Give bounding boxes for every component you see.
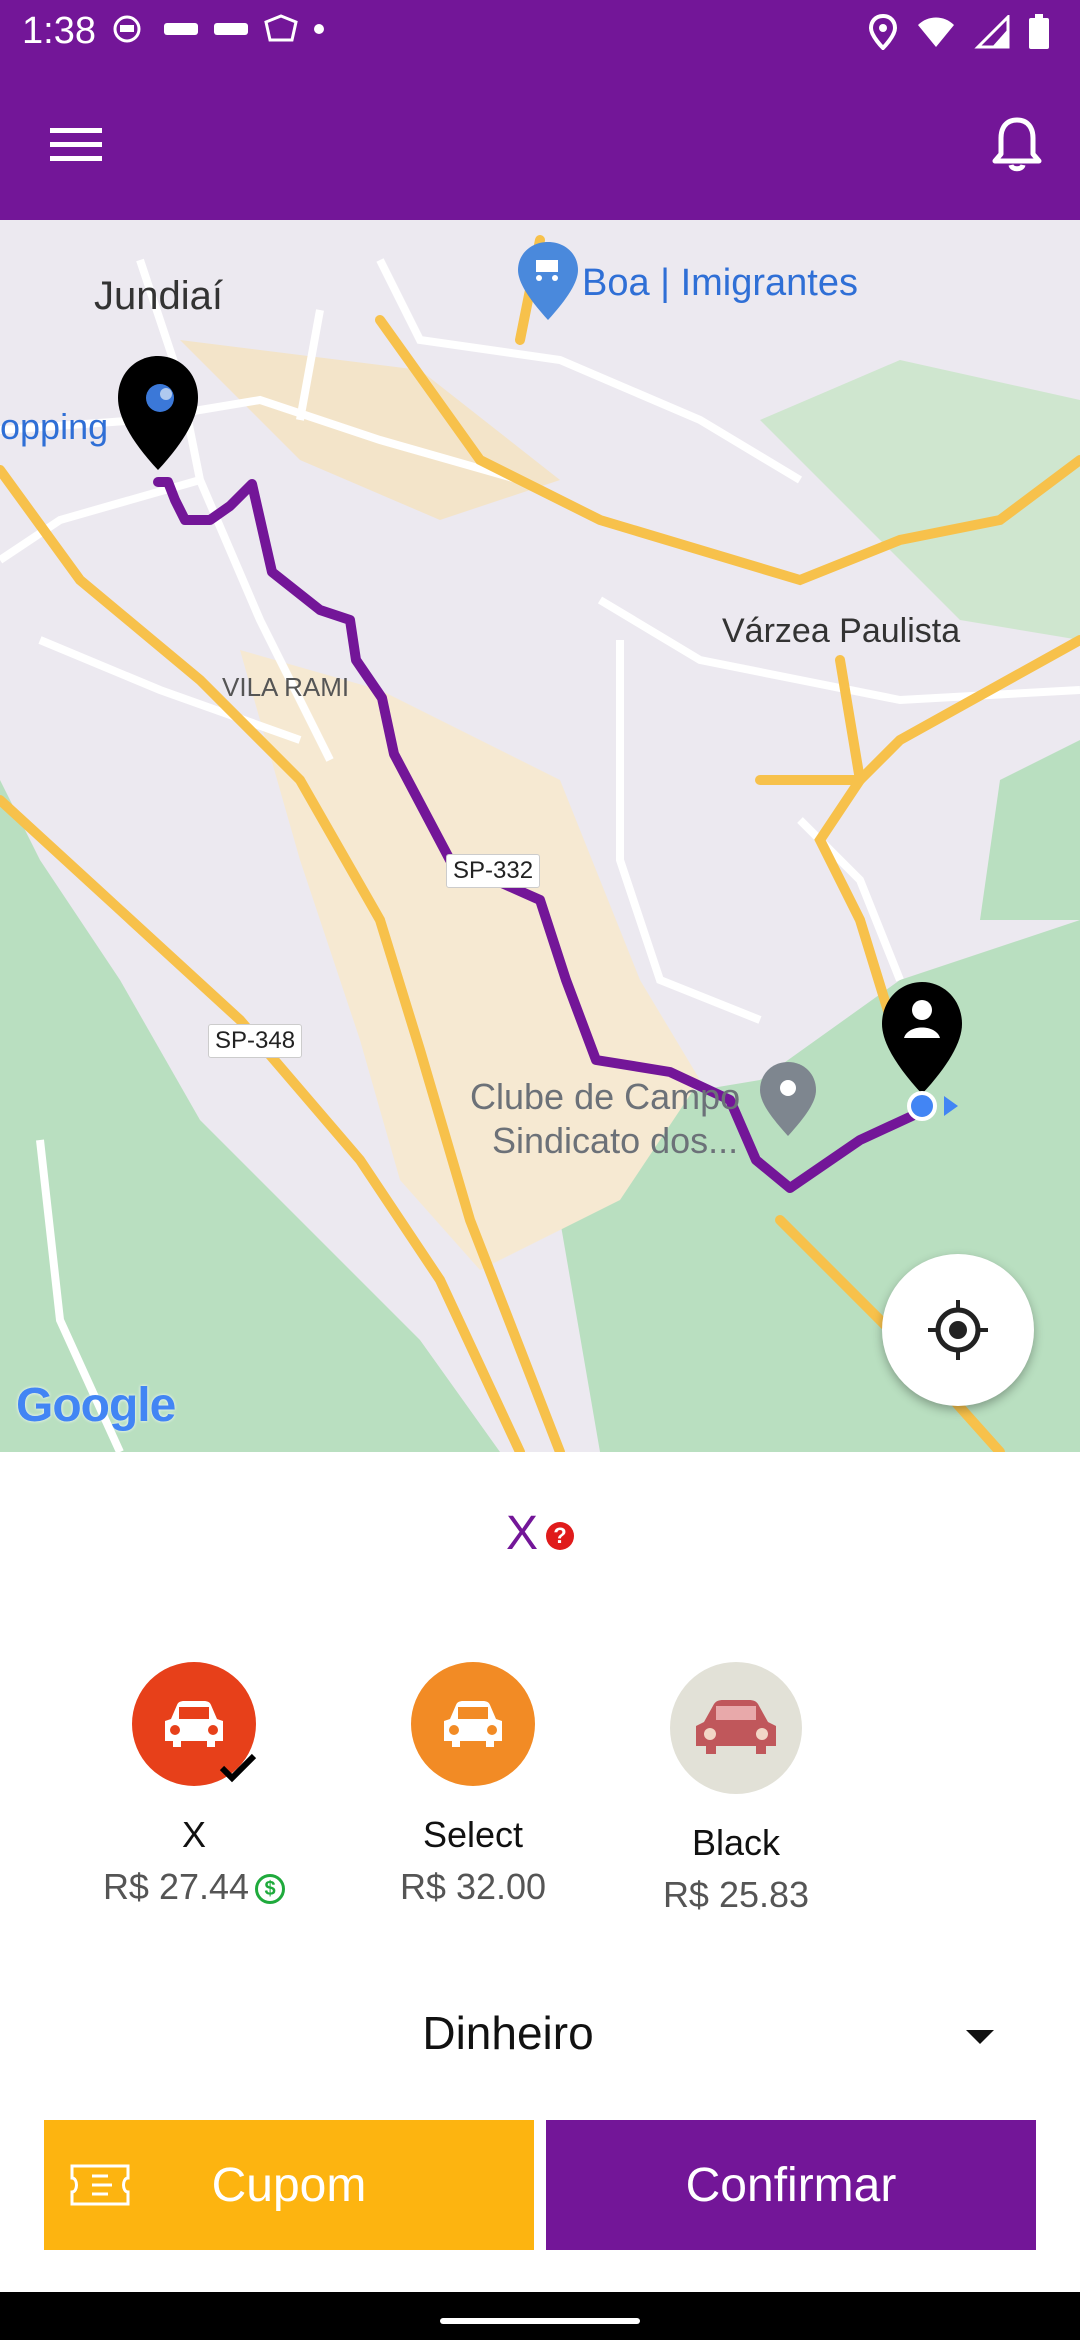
- wifi-icon: [918, 17, 954, 47]
- map-label-shopping: opping: [0, 406, 109, 447]
- app-notification-icon: [214, 23, 248, 35]
- map-label-vila-rami: VILA RAMI: [222, 672, 350, 702]
- road-tag-sp348: SP-348: [208, 1024, 303, 1058]
- help-icon[interactable]: ?: [546, 1521, 574, 1550]
- ticket-icon: [70, 2164, 130, 2206]
- car-icon: [670, 1662, 802, 1794]
- car-icon: [132, 1662, 257, 1786]
- status-time: 1:38: [22, 10, 96, 52]
- payment-method-label: Dinheiro: [422, 2007, 594, 2059]
- app-bar: [0, 66, 1080, 220]
- category-name: Black: [691, 1822, 781, 1863]
- google-logo: Google: [16, 1379, 176, 1432]
- category-price: R$ 25.83: [662, 1874, 810, 1915]
- status-bar: 1:38: [0, 0, 1080, 66]
- coupon-button-label: Cupom: [211, 2158, 367, 2212]
- map-label-varzea-paulista: Várzea Paulista: [722, 612, 961, 650]
- home-gesture-handle[interactable]: [440, 2318, 640, 2324]
- confirm-button[interactable]: Confirmar: [546, 2120, 1036, 2250]
- map-view[interactable]: Jundiaí Boa | Imigrantes opping Várzea P…: [0, 220, 1080, 1452]
- dot-icon: [314, 24, 324, 34]
- category-price: R$ 32.00: [399, 1866, 547, 1907]
- system-icons: [868, 14, 1050, 50]
- system-navigation-bar: [0, 2292, 1080, 2340]
- crosshair-icon: [928, 1300, 988, 1360]
- my-location-button[interactable]: [882, 1254, 1034, 1406]
- app-notification-icon: [164, 23, 198, 35]
- car-icon: [411, 1662, 535, 1786]
- map-label-jundiai: Jundiaí: [94, 274, 223, 318]
- coupon-button[interactable]: Cupom: [44, 2120, 534, 2250]
- notification-icons: [112, 14, 326, 44]
- category-name: Select: [422, 1814, 524, 1855]
- dropdown-arrow-icon: [966, 2030, 994, 2044]
- selected-category-name: X: [505, 1507, 538, 1560]
- location-icon: [868, 14, 898, 50]
- map-label-clube-line2: Sindicato dos...: [492, 1120, 739, 1161]
- selected-category-title: X?: [0, 1506, 1080, 1561]
- menu-icon[interactable]: [40, 114, 112, 174]
- payment-method-dropdown[interactable]: Dinheiro: [0, 1990, 1080, 2080]
- map-label-clube-line1: Clube de Campo: [470, 1076, 741, 1117]
- cash-icon: $: [255, 1874, 286, 1905]
- category-x[interactable]: X R$ 27.44 $: [44, 1662, 344, 1908]
- cellular-signal-icon: [974, 15, 1010, 49]
- app-notification-icon: [113, 15, 141, 43]
- ride-selection-panel: X? X R$ 27.44 $ Select R$ 32.00 Black R$ …: [0, 1452, 1080, 2292]
- map-label-boa-imigrantes[interactable]: Boa | Imigrantes: [582, 262, 858, 305]
- category-name: X: [181, 1814, 206, 1855]
- check-icon: [219, 1753, 257, 1783]
- battery-icon: [1029, 14, 1049, 49]
- category-price: R$ 27.44: [102, 1866, 250, 1907]
- origin-pin-icon: [118, 356, 198, 470]
- confirm-button-label: Confirmar: [685, 2158, 897, 2212]
- category-select[interactable]: Select R$ 32.00: [323, 1662, 623, 1908]
- category-black[interactable]: Black R$ 25.83: [586, 1662, 886, 1916]
- notifications-bell-icon[interactable]: [982, 110, 1052, 180]
- app-notification-icon: [264, 14, 298, 42]
- road-tag-sp332: SP-332: [446, 854, 541, 888]
